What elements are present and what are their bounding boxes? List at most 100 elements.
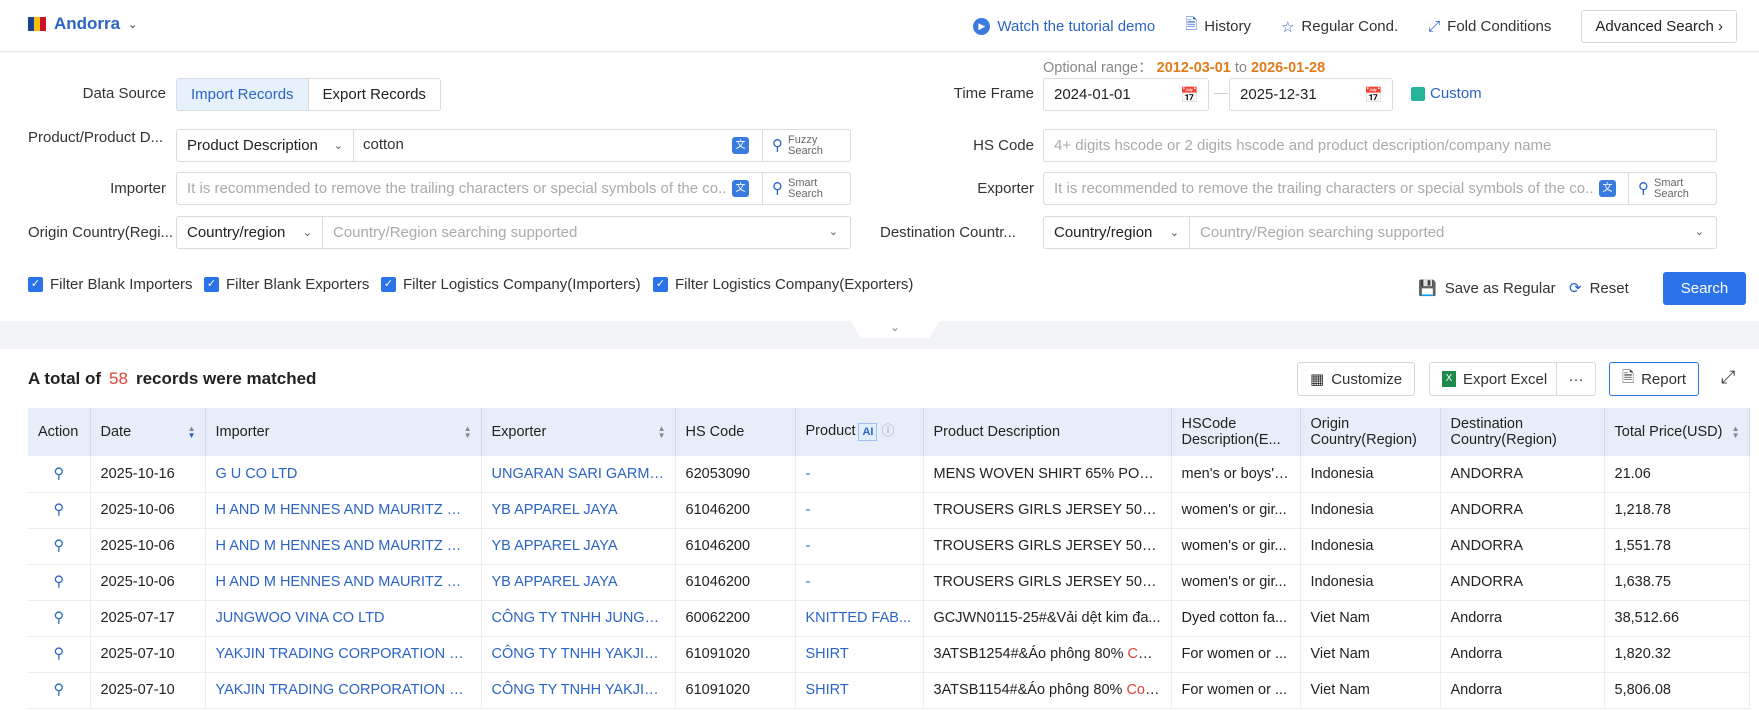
view-detail-button[interactable]: ⚲ — [28, 456, 91, 493]
cell-exporter[interactable]: YB APPAREL JAYA — [481, 492, 676, 529]
country-selector[interactable]: Andorra ⌄ — [28, 14, 137, 34]
cell-product-description: TROUSERS GIRLS JERSEY 50% C... — [923, 492, 1172, 529]
translate-icon[interactable]: 文 — [1599, 180, 1616, 197]
cell-destination: ANDORRA — [1440, 528, 1605, 565]
export-records-tab[interactable]: Export Records — [309, 79, 440, 110]
col-exporter[interactable]: Exporter ▲ ▼ — [481, 408, 676, 456]
col-product: Product AI ⓘ — [795, 408, 924, 456]
export-excel-button[interactable]: X Export Excel — [1429, 362, 1561, 396]
tutorial-link[interactable]: ▶ Watch the tutorial demo — [973, 18, 1155, 35]
cell-destination: Andorra — [1440, 600, 1605, 637]
filter-blank-importers-checkbox[interactable]: ✓ Filter Blank Importers — [28, 276, 193, 293]
cell-exporter[interactable]: CÔNG TY TNHH YAKJIN ... — [481, 672, 676, 709]
exporter-input[interactable]: It is recommended to remove the trailing… — [1054, 180, 1594, 197]
origin-input[interactable]: Country/Region searching supported — [333, 224, 577, 241]
translate-icon[interactable]: 文 — [732, 137, 749, 154]
destination-input[interactable]: Country/Region searching supported — [1200, 224, 1444, 241]
cell-product[interactable]: - — [795, 564, 924, 601]
cell-product-description: MENS WOVEN SHIRT 65% POLYE... — [923, 456, 1172, 493]
date-from-input[interactable]: 2024-01-01 📅 — [1043, 78, 1209, 111]
importer-input[interactable]: It is recommended to remove the trailing… — [187, 180, 727, 197]
cell-product[interactable]: - — [795, 456, 924, 493]
col-importer[interactable]: Importer ▲ ▼ — [205, 408, 482, 456]
cell-exporter[interactable]: CÔNG TY TNHH YAKJIN ... — [481, 636, 676, 673]
collapse-toggle[interactable]: ⌄ — [850, 320, 940, 338]
origin-mode-select[interactable]: Country/region ⌄ — [177, 217, 323, 248]
history-link[interactable]: 🗎 History — [1185, 14, 1251, 39]
product-input[interactable] — [363, 136, 683, 153]
results-panel: A total of 58 records were matched ▦ Custo… — [0, 349, 1759, 711]
col-hscode-description: HSCode Description(E... — [1171, 408, 1301, 456]
cell-exporter[interactable]: YB APPAREL JAYA — [481, 528, 676, 565]
view-detail-button[interactable]: ⚲ — [28, 636, 91, 673]
advanced-search-button[interactable]: Advanced Search › — [1581, 10, 1737, 43]
history-label: History — [1204, 18, 1251, 35]
translate-icon[interactable]: 文 — [732, 180, 749, 197]
cell-importer[interactable]: YAKJIN TRADING CORPORATION EN... — [205, 672, 482, 709]
customize-button[interactable]: ▦ Customize — [1297, 362, 1416, 396]
cell-product[interactable]: SHIRT — [795, 672, 924, 709]
cell-exporter[interactable]: CÔNG TY TNHH JUNGW... — [481, 600, 676, 637]
search-button[interactable]: Search — [1663, 272, 1746, 305]
sort-icon: ▲ ▼ — [187, 424, 196, 440]
col-action: Action — [28, 408, 91, 456]
view-detail-button[interactable]: ⚲ — [28, 600, 91, 637]
tutorial-label: Watch the tutorial demo — [997, 18, 1156, 35]
filter-blank-exporters-checkbox[interactable]: ✓ Filter Blank Exporters — [204, 276, 369, 293]
filter-logistics-importers-checkbox[interactable]: ✓ Filter Logistics Company(Importers) — [381, 276, 641, 293]
regular-conditions-link[interactable]: ☆ Regular Cond. — [1281, 18, 1398, 36]
chevron-down-icon[interactable]: ⌄ — [829, 225, 838, 238]
smart-search-button[interactable]: ⚲ Smart Search — [762, 173, 832, 204]
view-detail-button[interactable]: ⚲ — [28, 564, 91, 601]
cell-exporter[interactable]: UNGARAN SARI GARME... — [481, 456, 676, 493]
cell-hscode-description: women's or gir... — [1171, 528, 1301, 565]
cell-importer[interactable]: YAKJIN TRADING CORPORATION EN... — [205, 636, 482, 673]
sort-icon: ▲ ▼ — [1731, 424, 1740, 440]
cell-product[interactable]: SHIRT — [795, 636, 924, 673]
fold-conditions-link[interactable]: ⤢ Fold Conditions — [1428, 18, 1551, 35]
reset-button[interactable]: ⟳ Reset — [1569, 279, 1629, 298]
cell-date: 2025-10-06 — [90, 564, 206, 601]
chevron-down-icon[interactable]: ⌄ — [1695, 225, 1704, 238]
more-options-button[interactable]: ··· — [1556, 362, 1596, 396]
desc-highlight: C... — [1158, 538, 1170, 554]
date-to-input[interactable]: 2025-12-31 📅 — [1229, 78, 1393, 111]
fuzzy-search-button[interactable]: ⚲ Fuzzy Search — [762, 130, 832, 161]
custom-range-button[interactable]: Custom — [1411, 85, 1482, 102]
col-total-price[interactable]: Total Price(USD) ▲ ▼ — [1604, 408, 1750, 456]
view-detail-button[interactable]: ⚲ — [28, 528, 91, 565]
cell-product[interactable]: KNITTED FAB... — [795, 600, 924, 637]
product-mode-select[interactable]: Product Description ⌄ — [177, 130, 354, 161]
cell-exporter[interactable]: YB APPAREL JAYA — [481, 564, 676, 601]
cell-product[interactable]: - — [795, 528, 924, 565]
smart-search-button[interactable]: ⚲ Smart Search — [1628, 173, 1698, 204]
cell-importer[interactable]: H AND M HENNES AND MAURITZ GB... — [205, 492, 482, 529]
save-as-regular-button[interactable]: 💾 Save as Regular — [1418, 279, 1556, 298]
history-icon: 🗎 — [1185, 16, 1198, 33]
cell-importer[interactable]: H AND M HENNES AND MAURITZ GB... — [205, 528, 482, 565]
destination-label: Destination Countr... — [880, 224, 1016, 241]
custom-icon — [1411, 86, 1425, 101]
cell-product[interactable]: - — [795, 492, 924, 529]
fullscreen-icon[interactable]: ⤢ — [1721, 367, 1735, 388]
cell-importer[interactable]: H AND M HENNES AND MAURITZ GB... — [205, 564, 482, 601]
cell-importer[interactable]: G U CO LTD — [205, 456, 482, 493]
cell-importer[interactable]: JUNGWOO VINA CO LTD — [205, 600, 482, 637]
filter-blank-exporters-label: Filter Blank Exporters — [226, 276, 370, 293]
report-button[interactable]: 🗎 Report — [1609, 362, 1700, 396]
reset-label: Reset — [1589, 279, 1629, 297]
date-separator: — — [1214, 84, 1228, 100]
destination-mode-select[interactable]: Country/region ⌄ — [1044, 217, 1190, 248]
info-icon[interactable]: ⓘ — [882, 423, 895, 438]
search-icon: ⚲ — [53, 502, 65, 518]
filter-logistics-exporters-checkbox[interactable]: ✓ Filter Logistics Company(Exporters) — [653, 276, 913, 293]
import-records-tab[interactable]: Import Records — [177, 79, 309, 110]
origin-search-box: Country/region ⌄ Country/Region searchin… — [176, 216, 851, 249]
col-origin: Origin Country(Region) — [1300, 408, 1441, 456]
hs-code-input[interactable]: 4+ digits hscode or 2 digits hscode and … — [1043, 129, 1717, 162]
col-date[interactable]: Date ▲ ▼ — [90, 408, 206, 456]
view-detail-button[interactable]: ⚲ — [28, 672, 91, 709]
check-icon: ✓ — [381, 277, 396, 292]
view-detail-button[interactable]: ⚲ — [28, 492, 91, 529]
cell-date: 2025-07-10 — [90, 672, 206, 709]
